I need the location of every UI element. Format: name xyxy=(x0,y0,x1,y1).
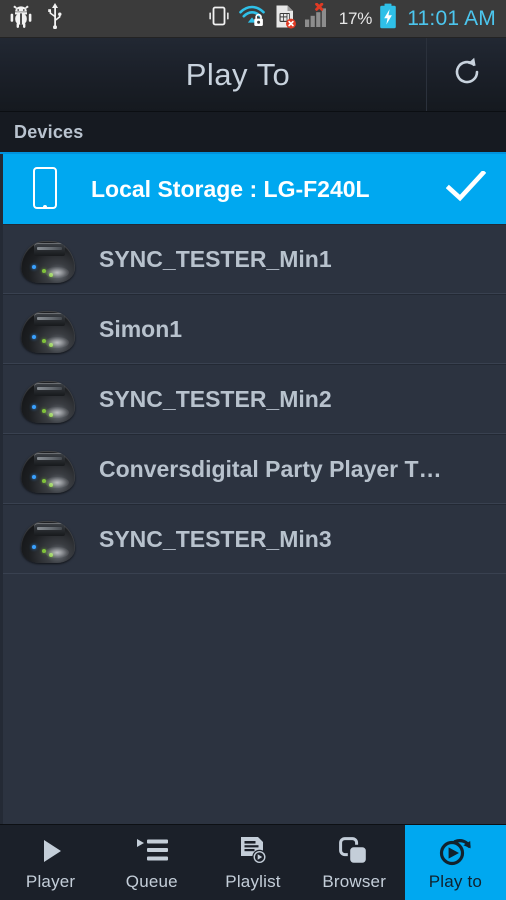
title-area: Play To xyxy=(0,38,426,111)
phone-device-icon xyxy=(17,163,71,215)
device-label: Local Storage : LG-F240L xyxy=(91,175,370,202)
device-row-conversdigital-party-player[interactable]: Conversdigital Party Player T… xyxy=(3,434,506,504)
media-renderer-icon xyxy=(19,373,77,425)
media-renderer-icon xyxy=(19,513,77,565)
media-renderer-icon xyxy=(19,303,77,355)
device-row-sync-tester-min3[interactable]: SYNC_TESTER_Min3 xyxy=(3,504,506,574)
device-label: SYNC_TESTER_Min3 xyxy=(99,525,332,552)
sim-card-error-icon xyxy=(273,4,297,34)
tab-queue[interactable]: Queue xyxy=(101,825,202,900)
play-triangle-icon xyxy=(36,834,66,868)
vibrate-phone-icon xyxy=(207,4,231,33)
media-renderer-icon xyxy=(19,443,77,495)
tab-label: Playlist xyxy=(225,871,281,891)
device-row-sync-tester-min1[interactable]: SYNC_TESTER_Min1 xyxy=(3,224,506,294)
tab-label: Player xyxy=(25,871,76,891)
tab-player[interactable]: Player xyxy=(0,825,101,900)
battery-charging-icon xyxy=(379,3,397,34)
device-label: SYNC_TESTER_Min1 xyxy=(99,245,332,272)
device-list[interactable]: Local Storage : LG-F240L SYNC_TESTER_Min… xyxy=(0,154,506,824)
wifi-secured-icon xyxy=(238,4,266,33)
tab-browser[interactable]: Browser xyxy=(304,825,405,900)
device-row-local-storage[interactable]: Local Storage : LG-F240L xyxy=(3,154,506,224)
play-to-cast-icon xyxy=(437,834,473,868)
device-label: Conversdigital Party Player T… xyxy=(99,455,442,482)
signal-bars-error-icon xyxy=(304,2,332,34)
status-bar-clock: 11:01 AM xyxy=(407,6,496,30)
bottom-tab-bar: Player Queue Playlist Browser Play to xyxy=(0,824,506,900)
checkmark-icon xyxy=(445,169,487,208)
device-label: SYNC_TESTER_Min2 xyxy=(99,385,332,412)
usb-icon xyxy=(46,3,64,34)
device-label: Simon1 xyxy=(99,315,183,342)
tab-label: Browser xyxy=(322,871,387,891)
refresh-button[interactable] xyxy=(426,38,506,111)
tab-play-to[interactable]: Play to xyxy=(404,825,506,900)
refresh-icon xyxy=(447,52,487,97)
title-bar: Play To xyxy=(0,38,506,112)
battery-percent-label: 17% xyxy=(338,8,373,28)
device-row-simon1[interactable]: Simon1 xyxy=(3,294,506,364)
media-renderer-icon xyxy=(19,233,77,285)
android-debug-bug-icon xyxy=(10,4,32,33)
status-bar-left-icons xyxy=(10,3,64,34)
browser-windows-icon xyxy=(338,834,370,868)
tab-label: Queue xyxy=(125,871,178,891)
section-header-devices: Devices xyxy=(0,112,506,154)
device-row-sync-tester-min2[interactable]: SYNC_TESTER_Min2 xyxy=(3,364,506,434)
tab-label: Play to xyxy=(428,871,483,891)
status-bar-right-icons: 17% 11:01 AM xyxy=(207,2,498,34)
app-root: 17% 11:01 AM Play To Devices Local Stora… xyxy=(0,0,506,900)
playlist-document-icon xyxy=(237,834,269,868)
section-header-label: Devices xyxy=(14,121,84,142)
page-title: Play To xyxy=(185,56,291,92)
status-bar: 17% 11:01 AM xyxy=(0,0,506,38)
tab-playlist[interactable]: Playlist xyxy=(202,825,303,900)
queue-list-icon xyxy=(135,834,169,868)
